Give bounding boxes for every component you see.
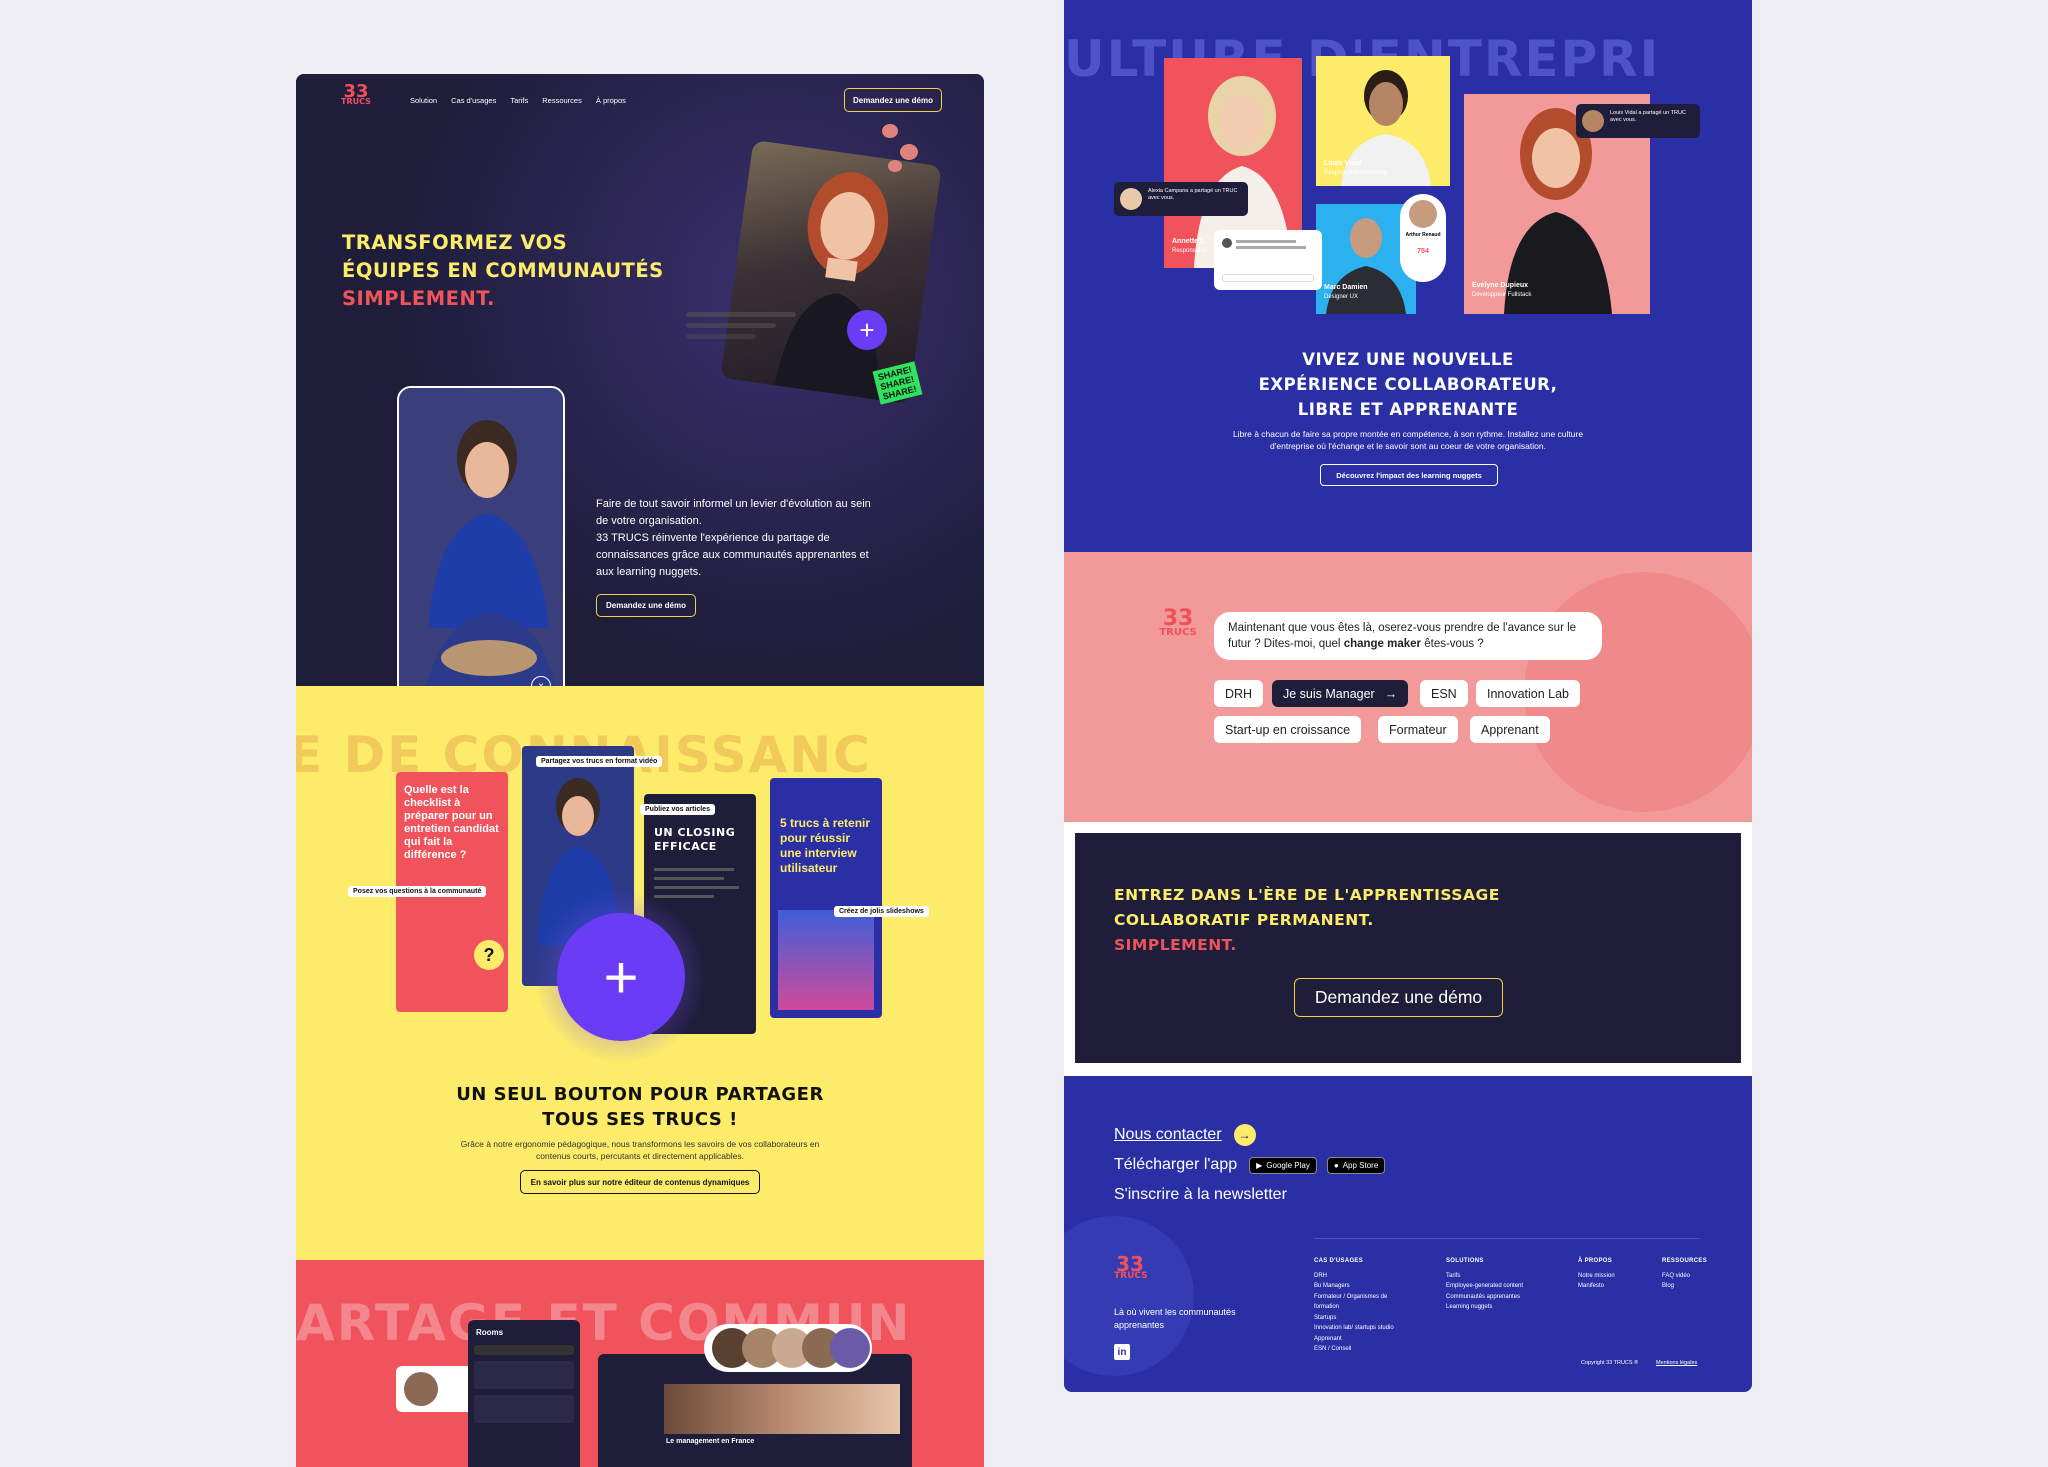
chat-message: Maintenant que vous êtes là, oserez-vous… [1214, 612, 1602, 660]
footer-col-solutions: SOLUTIONS Tarifs Employee-generated cont… [1446, 1258, 1524, 1310]
copyright: Copyright 33 TRUCS ® [1581, 1360, 1639, 1366]
tag-video: Partagez vos trucs en format vidéo [536, 756, 663, 767]
avatar-group [704, 1324, 872, 1372]
cta-title: ENTREZ DANS L'ÈRE DE L'APPRENTISSAGE COL… [1114, 886, 1500, 954]
app-store-badge[interactable]: ● App Store [1326, 1156, 1386, 1174]
chip-formateur[interactable]: Formateur [1378, 716, 1458, 743]
share-cta-button[interactable]: En savoir plus sur notre éditeur de cont… [520, 1170, 760, 1194]
photo-louis: Louis Vidal Responsable Marketing [1316, 56, 1450, 186]
culture-cta-button[interactable]: Découvrez l'impact des learning nuggets [1320, 464, 1498, 486]
nav-a-propos[interactable]: À propos [596, 96, 626, 105]
add-content-button[interactable]: + [536, 892, 706, 1062]
landing-page-right: ULTURE D'ENTREPRI Annette L Responsable … [1064, 0, 1752, 1392]
hero-video-phone[interactable]: × [397, 386, 565, 710]
contact-link[interactable]: Nous contacter → [1114, 1124, 1256, 1146]
footer-logo[interactable]: 33 TRUCS [1114, 1254, 1148, 1281]
cta-section: ENTREZ DANS L'ÈRE DE L'APPRENTISSAGE COL… [1075, 833, 1741, 1063]
man-illustration [399, 388, 563, 708]
nav-tarifs[interactable]: Tarifs [510, 96, 528, 105]
chat-bot-logo: 33 TRUCS [1159, 606, 1197, 638]
google-play-badge[interactable]: ▶ Google Play [1249, 1156, 1317, 1174]
footer-divider [1314, 1238, 1700, 1239]
tag-articles: Publiez vos articles [640, 804, 715, 815]
question-mark-icon: ? [474, 940, 504, 970]
culture-title: VIVEZ UNE NOUVELLE EXPÉRIENCE COLLABORAT… [1258, 350, 1558, 419]
hero-section: 33 TRUCS Solution Cas d'usages Tarifs Re… [296, 74, 984, 710]
newsletter-link[interactable]: S'inscrire à la newsletter [1114, 1186, 1287, 1204]
notification-alexia: Alexia Campana a partagé un TRUC avec vo… [1114, 182, 1248, 216]
chip-drh[interactable]: DRH [1214, 680, 1264, 707]
brand-logo[interactable]: 33 TRUCS [341, 82, 371, 107]
arrow-right-icon: → [1384, 686, 1398, 701]
share-description: Grâce à notre ergonomie pédagogique, nou… [460, 1139, 820, 1161]
nav-demo-button[interactable]: Demandez une démo [844, 88, 942, 112]
rooms-panel[interactable]: Rooms [468, 1320, 580, 1467]
nav-cas-usages[interactable]: Cas d'usages [451, 96, 496, 105]
share-title: UN SEUL BOUTON POUR PARTAGER TOUS SES TR… [456, 1084, 824, 1130]
hero-description: Faire de tout savoir informel un levier … [596, 498, 871, 578]
footer-tagline: Là où vivent les communautés apprenantes [1114, 1307, 1236, 1330]
heart-reactions [880, 124, 924, 184]
chip-esn[interactable]: ESN [1420, 680, 1468, 707]
culture-description: Libre à chacun de faire sa propre montée… [1232, 429, 1584, 451]
footer-col-ressources: RESSOURCES FAQ vidéo Blog [1662, 1258, 1708, 1289]
chip-manager[interactable]: Je suis Manager → [1272, 680, 1409, 707]
comment-card [1214, 230, 1322, 290]
tag-questions: Posez vos questions à la communauté [348, 886, 487, 897]
arrow-right-icon: → [1233, 1124, 1256, 1146]
cta-demo-button[interactable]: Demandez une démo [1294, 978, 1503, 1017]
logo-word: TRUCS [341, 97, 371, 107]
slideshow-card[interactable]: 5 trucs à retenir pour réussir une inter… [770, 778, 882, 1018]
avatar [1120, 188, 1142, 210]
footer-col-a-propos: À PROPOS Notre mission Manifesto [1578, 1258, 1615, 1289]
member-chip [396, 1366, 476, 1412]
speed-lines [686, 312, 796, 352]
linkedin-icon[interactable]: in [1114, 1344, 1130, 1360]
tag-slideshows: Créez de jolis slideshows [834, 906, 929, 917]
share-plus-button[interactable]: + [847, 310, 887, 350]
chip-startup[interactable]: Start-up en croissance [1214, 716, 1362, 743]
culture-section: ULTURE D'ENTREPRI Annette L Responsable … [1064, 0, 1752, 552]
hero-demo-button[interactable]: Demandez une démo [596, 594, 696, 617]
cta-wrapper: ENTREZ DANS L'ÈRE DE L'APPRENTISSAGE COL… [1064, 822, 1752, 1076]
apple-icon: ● [1333, 1160, 1339, 1170]
landing-page-left: 33 TRUCS Solution Cas d'usages Tarifs Re… [296, 74, 984, 1467]
community-section: ARTAGE ET COMMUN Rooms Le management en … [296, 1260, 984, 1467]
avatar [1582, 110, 1604, 132]
chip-apprenant[interactable]: Apprenant [1470, 716, 1550, 743]
hero-title: TRANSFORMEZ VOS ÉQUIPES EN COMMUNAUTÉS S… [342, 231, 664, 310]
nav-ressources[interactable]: Ressources [542, 96, 582, 105]
chip-innovation-lab[interactable]: Innovation Lab [1476, 680, 1581, 707]
share-section: E DE CONNAISSANC Quelle est la checklist… [296, 686, 984, 1260]
main-nav: Solution Cas d'usages Tarifs Ressources … [410, 96, 640, 105]
notification-louis: Louis Vidal a partagé un TRUC avec vous. [1576, 104, 1700, 138]
footer-col-cas-usages: CAS D'USAGES DRH Bu Managers Formateur /… [1314, 1258, 1394, 1352]
legal-link[interactable]: Mentions légales [1656, 1360, 1697, 1366]
footer: Nous contacter → Télécharger l'app ▶ Goog… [1064, 1076, 1752, 1392]
nav-solution[interactable]: Solution [410, 96, 437, 105]
play-icon: ▶ [1256, 1160, 1263, 1170]
profile-arthur: Arthur Renaud 754 [1400, 194, 1446, 282]
chat-section: 33 TRUCS Maintenant que vous êtes là, os… [1064, 552, 1752, 822]
app-download-row: Télécharger l'app ▶ Google Play ● App Stor… [1114, 1156, 1386, 1174]
